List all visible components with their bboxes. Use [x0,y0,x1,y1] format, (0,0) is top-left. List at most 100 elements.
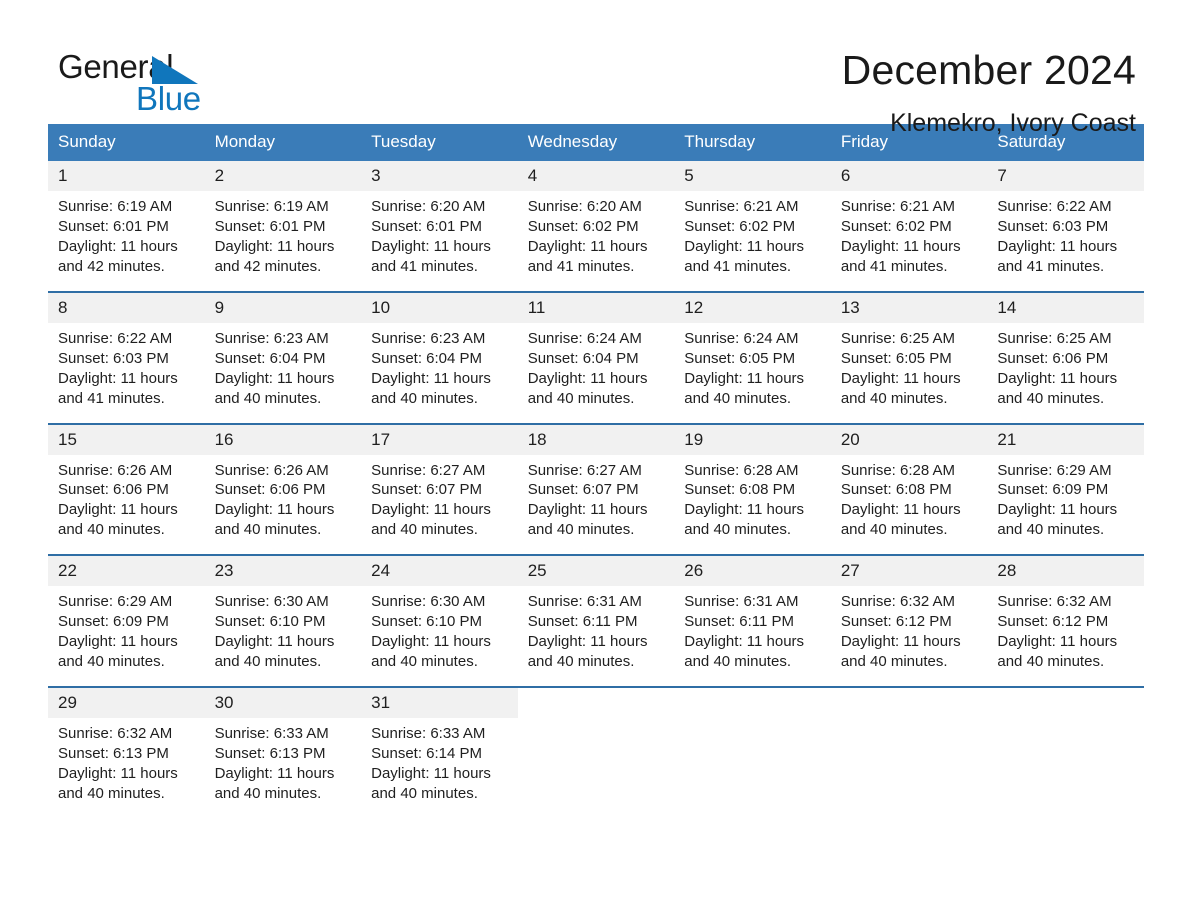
day-number[interactable]: 25 [517,554,675,587]
sunrise-text: Sunrise: 6:21 AM [684,198,799,215]
daylight-text: and 41 minutes. [371,257,478,275]
day-number[interactable]: 8 [48,290,205,323]
calendar-body: 1 2 3 4 5 6 7 Sunrise: 6:19 AM Sunset: 6:01 PM Da… [48,161,1144,818]
daylight-text: and 40 minutes. [214,389,322,407]
sunrise-text: Sunrise: 6:19 AM [58,198,173,215]
day-number[interactable]: 4 [517,161,675,191]
day-cell-empty [517,686,675,718]
day-number[interactable]: 14 [987,290,1144,323]
day-number[interactable]: 31 [361,686,518,718]
daylight-text: and 40 minutes. [58,653,165,671]
day-info: Sunrise: 6:22 AM Sunset: 6:03 PM Daylight:… [987,191,1144,292]
sunrise-text: Sunrise: 6:28 AM [684,461,799,479]
day-number[interactable]: 19 [674,422,831,455]
sunrise-text: Sunrise: 6:27 AM [527,461,642,479]
day-number[interactable]: 1 [48,161,205,191]
day-info-empty [987,718,1144,818]
day-info: Sunrise: 6:22 AM Sunset: 6:03 PM Daylight:… [48,322,205,424]
week-daynumber-row: 1234567 [48,161,1144,191]
week-daynumber-row: 8 9 10 11 12 13 14 [48,290,1144,323]
week-daynumber-row: 22 23 24 25 26 27 28 [48,554,1144,587]
daylight-text: and 40 minutes. [997,653,1105,671]
sunset-text: Sunset: 6:06 PM [58,481,169,499]
logo-text-blue: Blue [136,80,201,117]
day-number[interactable]: 29 [48,686,205,718]
sunset-text: Sunset: 6:11 PM [527,613,638,631]
sunrise-text: Sunrise: 6:21 AM [840,198,956,215]
sunrise-text: Sunrise: 6:24 AM [684,329,799,347]
day-number[interactable]: 21 [987,422,1144,455]
day-info: Sunrise: 6:30 AM Sunset: 6:10 PM Daylight:… [204,586,362,687]
day-number[interactable]: 26 [674,554,831,587]
sunset-text: Sunset: 6:14 PM [371,744,483,762]
day-number[interactable]: 30 [204,686,362,718]
sunset-text: Sunset: 6:01 PM [58,217,169,235]
day-number[interactable]: 18 [517,422,675,455]
sunset-text: Sunset: 6:10 PM [214,613,326,631]
day-number[interactable]: 11 [517,290,675,323]
week-info-row: Sunrise: 6:19 AM Sunset: 6:01 PM Daylight:… [48,191,1144,292]
sunrise-text: Sunrise: 6:28 AM [840,461,956,479]
daylight-text: and 40 minutes. [997,521,1105,539]
day-number[interactable]: 23 [204,554,362,587]
day-number[interactable]: 5 [674,161,831,191]
day-cell-empty [674,686,831,718]
day-info: Sunrise: 6:20 AM Sunset: 6:01 PM Daylight:… [361,191,518,292]
day-number[interactable]: 3 [361,161,518,191]
daylight-text: and 40 minutes. [371,389,478,407]
sunset-text: Sunset: 6:10 PM [371,613,483,631]
daylight-text: Daylight: 11 hours [527,633,648,651]
daylight-text: and 41 minutes. [684,257,791,275]
day-info-empty [674,718,831,818]
day-info: Sunrise: 6:20 AM Sunset: 6:02 PM Daylight:… [517,191,675,292]
sunrise-text: Sunrise: 6:32 AM [997,593,1112,611]
daylight-text: Daylight: 11 hours [214,369,335,387]
day-number[interactable]: 10 [361,290,518,323]
sunrise-text: Sunrise: 6:25 AM [840,329,956,347]
sunset-text: Sunset: 6:07 PM [371,481,483,499]
daylight-text: Daylight: 11 hours [214,501,335,519]
daylight-text: and 40 minutes. [214,521,322,539]
sunset-text: Sunset: 6:04 PM [527,349,639,367]
day-number[interactable]: 22 [48,554,205,587]
day-cell-empty [987,686,1144,718]
day-number[interactable]: 16 [204,422,362,455]
day-number[interactable]: 2 [204,161,362,191]
daylight-text: Daylight: 11 hours [684,501,805,519]
sunset-text: Sunset: 6:03 PM [58,349,169,367]
day-info: Sunrise: 6:26 AM Sunset: 6:06 PM Daylight:… [204,454,362,556]
day-number[interactable]: 28 [987,554,1144,587]
daylight-text: and 40 minutes. [371,521,478,539]
day-info: Sunrise: 6:23 AM Sunset: 6:04 PM Daylight:… [361,322,518,424]
day-number[interactable]: 15 [48,422,205,455]
day-info: Sunrise: 6:33 AM Sunset: 6:13 PM Daylight:… [204,718,362,818]
week-info-row: Sunrise: 6:22 AM Sunset: 6:03 PM Daylight:… [48,322,1144,424]
daylight-text: and 40 minutes. [58,521,165,539]
sunrise-text: Sunrise: 6:26 AM [58,461,173,479]
day-number[interactable]: 17 [361,422,518,455]
day-info: Sunrise: 6:28 AM Sunset: 6:08 PM Daylight:… [830,454,988,556]
daylight-text: and 40 minutes. [997,389,1105,407]
day-number[interactable]: 7 [987,161,1144,191]
generalblue-logo[interactable]: General Blue [58,48,208,120]
sunset-text: Sunset: 6:02 PM [684,217,796,235]
day-number[interactable]: 9 [204,290,362,323]
sunrise-text: Sunrise: 6:33 AM [371,725,486,742]
daylight-text: and 40 minutes. [371,653,478,671]
page-title: December 2024 [841,47,1136,93]
sunset-text: Sunset: 6:12 PM [840,613,952,631]
sunset-text: Sunset: 6:04 PM [214,349,326,367]
day-number[interactable]: 6 [830,161,988,191]
day-info: Sunrise: 6:19 AM Sunset: 6:01 PM Daylight:… [204,191,362,292]
day-number[interactable]: 12 [674,290,831,323]
daylight-text: Daylight: 11 hours [58,764,178,782]
day-number[interactable]: 27 [830,554,988,587]
day-number[interactable]: 24 [361,554,518,587]
sunrise-text: Sunrise: 6:29 AM [997,461,1112,479]
daylight-text: and 42 minutes. [214,257,322,275]
day-number[interactable]: 13 [830,290,988,323]
day-info: Sunrise: 6:25 AM Sunset: 6:05 PM Daylight:… [830,322,988,424]
daylight-text: Daylight: 11 hours [840,237,961,255]
sunset-text: Sunset: 6:02 PM [840,217,952,235]
day-number[interactable]: 20 [830,422,988,455]
